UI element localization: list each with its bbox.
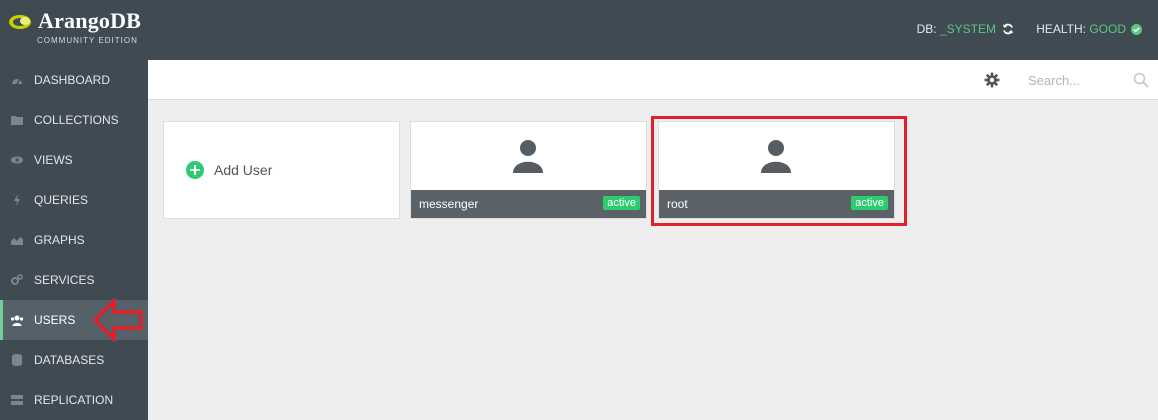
status-badge: active (603, 196, 640, 210)
sidebar-item-collections[interactable]: COLLECTIONS (0, 100, 148, 140)
top-header: DB: _SYSTEM HEALTH: GOOD (148, 0, 1158, 60)
brand-name: ArangoDB (38, 8, 142, 33)
eye-icon (10, 153, 24, 167)
sidebar-item-label: QUERIES (34, 193, 89, 207)
user-tile-footer: root active (659, 190, 894, 218)
gears-icon (10, 273, 24, 287)
chart-icon (10, 233, 24, 247)
user-tile-root[interactable]: root active (658, 121, 895, 219)
server-icon (10, 393, 24, 407)
plus-circle-icon (186, 161, 204, 179)
database-icon (10, 353, 24, 367)
db-label: DB: (916, 22, 937, 36)
add-user-label: Add User (214, 162, 273, 178)
user-tile-messenger[interactable]: messenger active (410, 121, 647, 219)
db-value: _SYSTEM (939, 22, 996, 36)
search-icon[interactable] (1133, 72, 1149, 88)
sidebar-item-label: SERVICES (34, 273, 95, 287)
sidebar-item-databases[interactable]: DATABASES (0, 340, 148, 380)
gear-icon[interactable] (984, 72, 1000, 88)
user-name: root (667, 197, 688, 211)
health-value: GOOD (1089, 22, 1126, 36)
dashboard-icon (10, 73, 24, 87)
sidebar-item-label: COLLECTIONS (34, 113, 119, 127)
health-indicator: HEALTH: GOOD (1036, 22, 1142, 36)
search-input[interactable] (1020, 66, 1150, 94)
status-badge: active (851, 196, 888, 210)
logo[interactable]: ArangoDB COMMUNITY EDITION (0, 0, 148, 60)
bolt-icon (10, 193, 24, 207)
sidebar-item-label: REPLICATION (34, 393, 114, 407)
sidebar-item-label: DASHBOARD (34, 73, 111, 87)
annotation-arrow-icon (92, 298, 143, 342)
sidebar-item-graphs[interactable]: GRAPHS (0, 220, 148, 260)
sidebar-item-views[interactable]: VIEWS (0, 140, 148, 180)
user-avatar-icon (513, 140, 543, 173)
sidebar-item-label: USERS (34, 313, 76, 327)
content-toolbar (148, 60, 1158, 100)
sidebar-item-services[interactable]: SERVICES (0, 260, 148, 300)
brand-edition: COMMUNITY EDITION (37, 36, 138, 45)
health-label: HEALTH: (1036, 22, 1086, 36)
user-name: messenger (419, 197, 479, 211)
users-icon (10, 313, 24, 327)
refresh-icon[interactable] (1002, 23, 1014, 35)
sidebar-item-dashboard[interactable]: DASHBOARD (0, 60, 148, 100)
add-user-tile[interactable]: Add User (163, 121, 400, 219)
folder-icon (10, 113, 24, 127)
user-tile-footer: messenger active (411, 190, 646, 218)
user-avatar-icon (761, 140, 791, 173)
sidebar-item-replication[interactable]: REPLICATION (0, 380, 148, 420)
sidebar: ArangoDB COMMUNITY EDITION DASHBOARD COL… (0, 0, 148, 420)
sidebar-item-label: DATABASES (34, 353, 105, 367)
check-circle-icon (1131, 23, 1142, 35)
sidebar-item-label: VIEWS (34, 153, 73, 167)
sidebar-item-queries[interactable]: QUERIES (0, 180, 148, 220)
avocado-logo-icon (9, 15, 31, 29)
sidebar-item-label: GRAPHS (34, 233, 85, 247)
db-indicator[interactable]: DB: _SYSTEM (917, 22, 1014, 36)
